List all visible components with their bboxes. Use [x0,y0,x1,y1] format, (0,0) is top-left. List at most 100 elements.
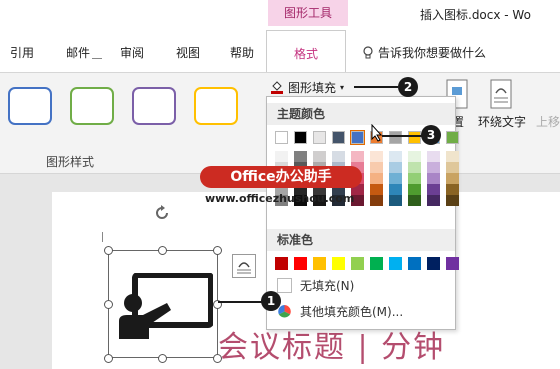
standard-color-swatch[interactable] [408,257,421,270]
wrap-text-icon[interactable] [490,79,512,109]
paint-bucket-icon [271,81,283,94]
shape-styles-group-label: 图形样式 [46,155,95,169]
shape-style-purple[interactable] [132,87,176,125]
shade-swatch[interactable] [351,151,364,162]
shape-fill-label: 图形填充 [288,80,337,95]
more-fill-colors-item[interactable]: 其他填充颜色(M)... [277,303,403,320]
resize-handle[interactable] [158,246,167,255]
shade-swatch[interactable] [294,151,307,162]
shade-column [370,151,383,206]
shade-swatch[interactable] [427,151,440,162]
tab-review[interactable]: 审阅 [120,44,144,61]
theme-color-swatch[interactable] [446,131,459,144]
shade-swatch[interactable] [408,184,421,195]
watermark-brand: Office办公助手 [200,166,362,188]
shade-swatch[interactable] [427,162,440,173]
shade-swatch[interactable] [370,173,383,184]
theme-color-swatch[interactable] [350,130,365,145]
layout-options-button[interactable] [232,254,256,278]
theme-color-swatch[interactable] [313,131,326,144]
shade-swatch[interactable] [389,173,402,184]
shade-swatch[interactable] [427,195,440,206]
callout-line [354,86,398,88]
layout-options-icon [237,262,251,274]
shade-swatch[interactable] [370,184,383,195]
shade-swatch[interactable] [446,173,459,184]
presentation-icon [119,273,213,339]
standard-colors-header: 标准色 [267,229,455,251]
shade-swatch[interactable] [389,162,402,173]
tab-help[interactable]: 帮助 [230,44,254,61]
shape-style-gold[interactable] [194,87,238,125]
resize-handle[interactable] [158,354,167,363]
shade-swatch[interactable] [389,151,402,162]
theme-color-swatch[interactable] [332,131,345,144]
more-fill-colors-label: 其他填充颜色(M)... [300,305,404,319]
theme-color-swatch[interactable] [294,131,307,144]
tab-mailings[interactable]: 邮件 [66,44,90,61]
bring-forward-label[interactable]: 上移 [536,113,560,130]
standard-color-swatch[interactable] [332,257,345,270]
shade-swatch[interactable] [332,151,345,162]
lightbulb-icon [363,45,373,58]
shade-swatch[interactable] [446,195,459,206]
shade-swatch[interactable] [408,151,421,162]
shade-column [446,151,459,206]
no-fill-label: 无填充(N) [300,279,355,293]
standard-color-swatch[interactable] [294,257,307,270]
standard-color-swatch[interactable] [446,257,459,270]
icon-selection-box[interactable] [108,250,218,358]
shade-swatch[interactable] [370,162,383,173]
standard-color-swatch[interactable] [370,257,383,270]
tell-me-box[interactable]: 告诉我你想要做什么 [362,44,486,61]
shade-swatch[interactable] [275,151,288,162]
shade-swatch[interactable] [389,184,402,195]
standard-color-swatch[interactable] [427,257,440,270]
no-fill-item[interactable]: 无填充(N) [277,277,354,294]
document-title: 插入图标.docx - Wo [420,8,531,22]
watermark-url: www.officezhushou.com [205,192,355,205]
resize-handle[interactable] [213,246,222,255]
resize-handle[interactable] [104,300,113,309]
shade-swatch[interactable] [389,195,402,206]
callout-badge-1: 1 [261,291,281,311]
shade-swatch[interactable] [446,184,459,195]
shade-swatch[interactable] [313,151,326,162]
shade-column [408,151,421,206]
theme-color-swatch[interactable] [408,131,421,144]
chevron-down-icon: ▾ [340,82,345,92]
margin-mark [92,58,102,59]
standard-color-swatch[interactable] [351,257,364,270]
callout-badge-2: 2 [398,77,418,97]
theme-color-swatch[interactable] [275,131,288,144]
shape-style-green[interactable] [70,87,114,125]
standard-color-swatch[interactable] [275,257,288,270]
rotate-handle-icon[interactable] [153,204,171,222]
context-tab-group-label: 图形工具 [268,0,348,26]
shade-swatch[interactable] [427,184,440,195]
tab-references[interactable]: 引用 [10,44,34,61]
wrap-text-label: 环绕文字 [478,115,527,129]
resize-handle[interactable] [104,354,113,363]
shade-swatch[interactable] [408,162,421,173]
resize-handle[interactable] [104,246,113,255]
shade-swatch[interactable] [446,162,459,173]
callout-line [382,135,422,137]
callout-line [218,301,262,303]
standard-color-swatch[interactable] [389,257,402,270]
tell-me-text: 告诉我你想要做什么 [378,46,487,60]
shape-fill-button[interactable]: 图形填充 ▾ [268,77,354,97]
shade-swatch[interactable] [408,173,421,184]
callout-badge-3: 3 [421,125,441,145]
shape-style-blue[interactable] [8,87,52,125]
tab-view[interactable]: 视图 [176,44,200,61]
title-bar: 图形工具 插入图标.docx - Wo 引用 邮件 审阅 视图 帮助 格式 告诉… [0,0,560,72]
standard-color-swatch[interactable] [313,257,326,270]
theme-color-swatch[interactable] [389,131,402,144]
shade-swatch[interactable] [427,173,440,184]
shade-swatch[interactable] [370,151,383,162]
shade-swatch[interactable] [408,195,421,206]
shade-swatch[interactable] [446,151,459,162]
shade-swatch[interactable] [370,195,383,206]
tab-format[interactable]: 格式 [266,30,346,72]
